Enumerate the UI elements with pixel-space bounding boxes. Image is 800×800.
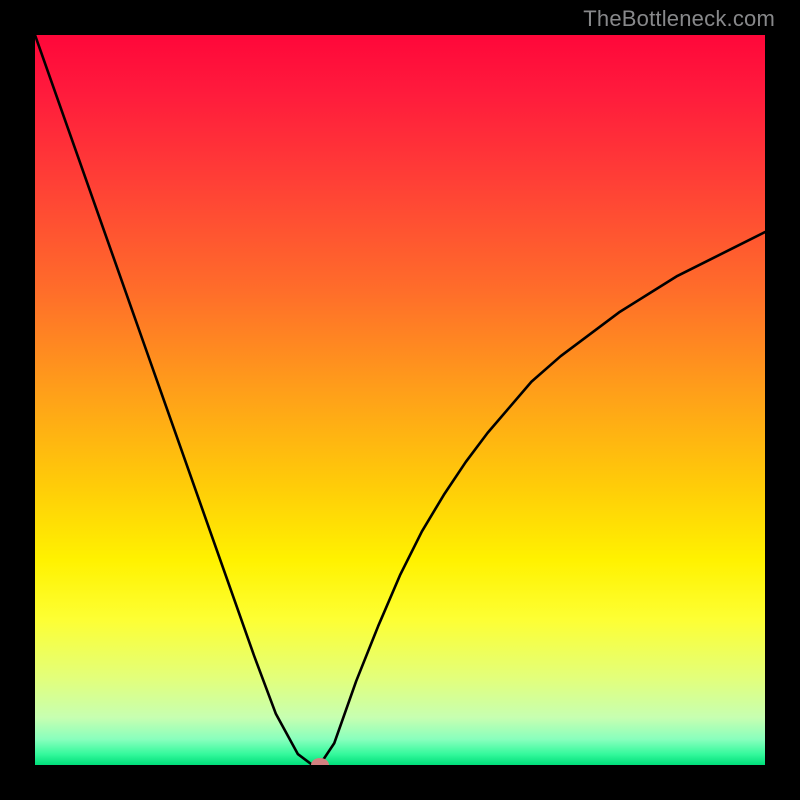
chart-frame: TheBottleneck.com	[0, 0, 800, 800]
bottleneck-curve	[35, 35, 765, 765]
plot-area	[35, 35, 765, 765]
watermark-label: TheBottleneck.com	[583, 6, 775, 32]
optimal-point-marker	[311, 758, 329, 765]
